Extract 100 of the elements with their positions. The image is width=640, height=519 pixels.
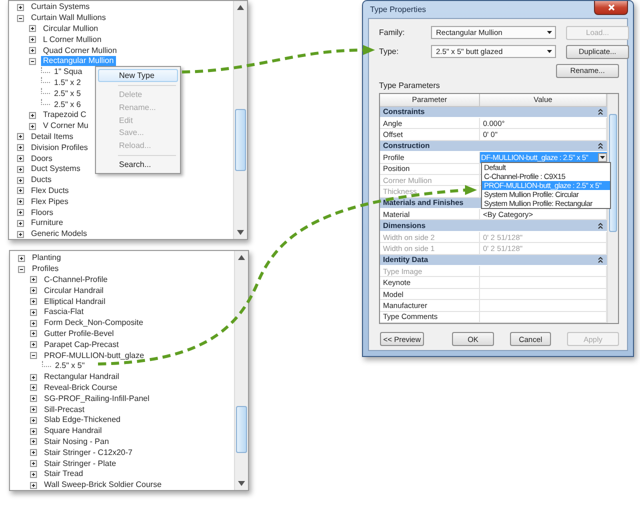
tree-item[interactable]: Gutter Profile-Bevel [42, 328, 116, 339]
expand-icon[interactable] [17, 187, 24, 194]
tree-item[interactable]: Flex Ducts [29, 186, 71, 196]
expand-icon[interactable] [30, 320, 37, 327]
tree-item[interactable]: 1" Squa [52, 67, 84, 78]
tree-item[interactable]: V Corner Mu [41, 121, 90, 132]
tree-item[interactable]: Fascia-Flat [42, 307, 86, 318]
scroll-up-icon[interactable] [238, 255, 245, 260]
close-button[interactable] [594, 1, 628, 15]
expand-icon[interactable] [30, 330, 37, 338]
tree-item[interactable]: Planting [30, 253, 63, 264]
expand-icon[interactable] [18, 254, 25, 262]
scroll-thumb[interactable] [236, 406, 247, 453]
expand-icon[interactable] [17, 155, 24, 162]
collapse-icon[interactable] [30, 352, 37, 360]
tree-item[interactable]: Curtain Systems [29, 2, 92, 12]
tree-item[interactable]: Trapezoid C [41, 110, 88, 120]
tree-item[interactable]: Stair Stringer - C12x20-7 [42, 448, 134, 458]
expand-icon[interactable] [30, 341, 37, 348]
menu-item[interactable]: Search... [98, 158, 178, 172]
expand-icon[interactable] [17, 209, 24, 216]
expand-icon[interactable] [29, 112, 36, 119]
scrollbar[interactable] [233, 1, 247, 239]
expand-icon[interactable] [30, 482, 37, 489]
tree-item[interactable]: Circular Handrail [42, 286, 106, 296]
tree-item[interactable]: Curtain Wall Mullions [29, 13, 108, 24]
expand-icon[interactable] [30, 287, 37, 294]
expand-icon[interactable] [30, 428, 37, 435]
collapse-icon[interactable] [598, 256, 603, 263]
tree-item[interactable]: 2.5" x 5" [53, 361, 87, 372]
tree-item[interactable]: L Corner Mullion [41, 34, 104, 45]
tree-item[interactable]: 2.5" x 6 [52, 100, 83, 110]
expand-icon[interactable] [17, 166, 24, 173]
expand-icon[interactable] [30, 406, 37, 414]
expand-icon[interactable] [30, 470, 37, 478]
scrollbar[interactable] [607, 94, 618, 323]
tree-item[interactable]: Elliptical Handrail [42, 296, 108, 307]
tree-item[interactable]: Division Profiles [29, 142, 90, 153]
expand-icon[interactable] [30, 449, 37, 456]
tree-item[interactable]: Floors [29, 208, 56, 218]
tree-item[interactable]: Slab Edge-Thickened [42, 415, 122, 426]
tree-item[interactable]: Sill-Precast [42, 404, 86, 415]
expand-icon[interactable] [17, 176, 24, 184]
tree-item[interactable]: Form Deck_Non-Composite [42, 318, 146, 328]
expand-icon[interactable] [30, 298, 37, 306]
collapse-icon[interactable] [18, 266, 25, 273]
scroll-up-icon[interactable] [237, 5, 244, 10]
collapse-icon[interactable] [598, 108, 603, 115]
expand-icon[interactable] [17, 230, 24, 238]
tree-item[interactable]: SG-PROF_Railing-Infill-Panel [42, 394, 152, 404]
scroll-thumb[interactable] [609, 114, 617, 232]
tree-item[interactable]: Parapet Cap-Precast [42, 340, 121, 350]
menu-item[interactable]: New Type [98, 69, 178, 82]
expand-icon[interactable] [29, 47, 36, 54]
tree-item[interactable]: Flex Pipes [29, 196, 70, 207]
expand-icon[interactable] [17, 144, 24, 152]
collapse-icon[interactable] [29, 58, 36, 65]
tree-item[interactable]: C-Channel-Profile [42, 274, 110, 285]
tree-item[interactable]: Generic Models [29, 229, 90, 240]
expand-icon[interactable] [30, 276, 37, 284]
expand-icon[interactable] [30, 384, 37, 392]
scroll-down-icon[interactable] [238, 481, 245, 486]
tree-item[interactable]: Reveal-Brick Course [42, 382, 120, 393]
tree-item[interactable]: 1.5" x 2 [52, 78, 83, 88]
expand-icon[interactable] [29, 36, 36, 44]
tree-item[interactable]: Ducts [29, 175, 54, 186]
tree-item[interactable]: Wall Sweep-Brick Soldier Course [42, 480, 164, 490]
tree-item[interactable]: Stair Stringer - Plate [42, 458, 118, 469]
collapse-icon[interactable] [598, 222, 603, 229]
scroll-down-icon[interactable] [237, 230, 244, 235]
expand-icon[interactable] [30, 438, 37, 446]
expand-icon[interactable] [30, 308, 37, 316]
expand-icon[interactable] [17, 198, 24, 206]
tree-item[interactable]: Profiles [30, 264, 61, 274]
tree-item[interactable]: Square Handrail [42, 426, 104, 436]
tree-item[interactable]: Stair Nosing - Pan [42, 436, 111, 447]
caret-icon [547, 31, 552, 34]
tree-item[interactable]: PROF-MULLION-butt_glaze [42, 350, 146, 361]
collapse-icon[interactable] [598, 142, 603, 149]
expand-icon[interactable] [30, 416, 37, 424]
tree-item[interactable]: Circular Mullion [41, 24, 100, 34]
tree-item[interactable]: Detail Items [29, 132, 76, 142]
expand-icon[interactable] [30, 395, 37, 402]
tree-item[interactable]: Quad Corner Mullion [41, 46, 119, 56]
tree-item[interactable]: Rectangular Handrail [42, 372, 122, 382]
tree-item[interactable]: Furniture [29, 218, 66, 228]
tree-item[interactable]: 2.5" x 5 [52, 88, 83, 99]
expand-icon[interactable] [30, 460, 37, 468]
expand-icon[interactable] [30, 374, 37, 381]
expand-icon[interactable] [17, 4, 24, 11]
collapse-icon[interactable] [17, 14, 24, 22]
expand-icon[interactable] [17, 133, 24, 140]
scrollbar[interactable] [234, 251, 248, 490]
tree-item[interactable]: Duct Systems [29, 164, 82, 174]
tree-item[interactable]: Stair Tread [42, 469, 86, 480]
expand-icon[interactable] [29, 25, 36, 32]
expand-icon[interactable] [29, 122, 36, 130]
expand-icon[interactable] [17, 220, 24, 227]
scroll-thumb[interactable] [235, 109, 246, 171]
tree-item[interactable]: Doors [29, 154, 54, 164]
